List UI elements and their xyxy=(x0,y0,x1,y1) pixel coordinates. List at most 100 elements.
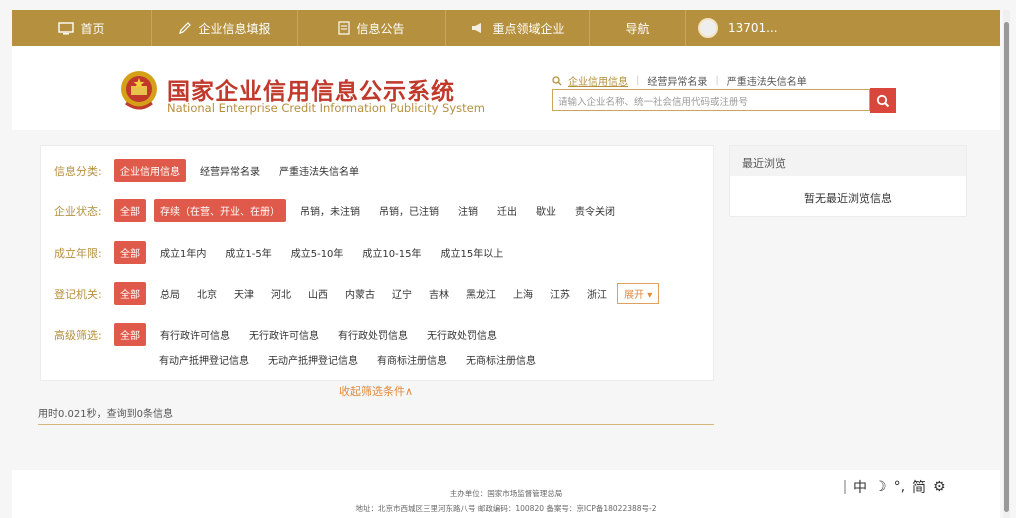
nav-home[interactable]: 首页 xyxy=(12,10,152,46)
filter-option[interactable]: 严重违法失信名单 xyxy=(279,163,359,178)
filter-panel: 信息分类: 企业信用信息 经营异常名录 严重违法失信名单 企业状态: 全部 存续… xyxy=(40,145,714,381)
filter-option[interactable]: 全部 xyxy=(114,199,146,222)
search-icon xyxy=(876,94,890,107)
ime-script-toggle[interactable]: 简 xyxy=(912,477,926,497)
filter-option[interactable]: 吊销，未注销 xyxy=(300,203,360,218)
chevron-down-icon: ▾ xyxy=(647,290,653,301)
nav-guide-label: 导航 xyxy=(625,21,650,36)
scrollbar-thumb[interactable] xyxy=(1004,22,1009,512)
expand-button[interactable]: 展开 ▾ xyxy=(617,283,660,304)
filter-option[interactable]: 有商标注册信息 xyxy=(377,352,447,367)
filter-option[interactable]: 迁出 xyxy=(497,203,517,218)
document-icon xyxy=(338,21,351,35)
filter-option[interactable]: 存续（在营、开业、在册） xyxy=(154,199,286,222)
filter-option[interactable]: 全部 xyxy=(114,323,146,346)
search-input[interactable]: 请输入企业名称、统一社会信用代码或注册号 xyxy=(552,89,870,111)
filter-option[interactable]: 歇业 xyxy=(536,203,556,218)
filter-row-years: 成立年限: 全部 成立1年内 成立1-5年 成立5-10年 成立10-15年 成… xyxy=(54,241,522,264)
search-icon xyxy=(552,75,562,85)
nav-announcement[interactable]: 信息公告 xyxy=(298,10,446,46)
filter-option[interactable]: 吊销，已注销 xyxy=(379,203,439,218)
filter-option[interactable]: 全部 xyxy=(114,282,146,305)
filter-label: 高级筛选: xyxy=(54,328,102,342)
nav-report[interactable]: 企业信息填报 xyxy=(152,10,298,46)
filter-option[interactable]: 北京 xyxy=(197,286,217,301)
national-emblem-logo[interactable] xyxy=(118,69,160,113)
filter-label: 成立年限: xyxy=(54,246,102,260)
filter-option[interactable]: 成立5-10年 xyxy=(291,245,344,260)
recent-title: 最近浏览 xyxy=(730,146,966,176)
user-name: 13701... xyxy=(728,21,778,35)
nav-home-label: 首页 xyxy=(80,21,105,36)
search-tabs: 企业信用信息 | 经营异常名录 | 严重违法失信名单 xyxy=(552,73,807,88)
filter-option[interactable]: 山西 xyxy=(308,286,328,301)
filter-option[interactable]: 注销 xyxy=(458,203,478,218)
filter-option[interactable]: 河北 xyxy=(271,286,291,301)
ime-punctuation-toggle[interactable]: °, xyxy=(894,479,905,495)
moon-icon[interactable]: ☽ xyxy=(874,479,887,495)
filter-row-advanced: 高级筛选: 全部 有行政许可信息 无行政许可信息 有行政处罚信息 无行政处罚信息 xyxy=(54,323,516,346)
filter-option[interactable]: 有行政许可信息 xyxy=(160,327,230,342)
filter-option[interactable]: 有行政处罚信息 xyxy=(338,327,408,342)
filter-option[interactable]: 成立15年以上 xyxy=(440,245,503,260)
avatar xyxy=(698,18,718,38)
filter-row-advanced-2: 有动产抵押登记信息 无动产抵押登记信息 有商标注册信息 无商标注册信息 xyxy=(159,352,555,367)
filter-option[interactable]: 经营异常名录 xyxy=(200,163,260,178)
pencil-icon xyxy=(179,22,192,34)
filter-row-status: 企业状态: 全部 存续（在营、开业、在册） 吊销，未注销 吊销，已注销 注销 迁… xyxy=(54,199,634,222)
filter-option[interactable]: 总局 xyxy=(160,286,180,301)
ime-language-toggle[interactable]: 中 xyxy=(853,477,867,497)
filter-option[interactable]: 无动产抵押登记信息 xyxy=(268,352,358,367)
ime-toolbar: 中 ☽ °, 简 ⚙ xyxy=(840,476,966,498)
filter-option[interactable]: 成立1-5年 xyxy=(225,245,271,260)
filter-option[interactable]: 上海 xyxy=(513,286,533,301)
megaphone-icon xyxy=(472,23,482,33)
top-nav: 首页 企业信息填报 信息公告 重点领域企业 导航 13701... xyxy=(12,10,1000,46)
divider xyxy=(38,424,714,425)
filter-row-category: 信息分类: 企业信用信息 经营异常名录 严重违法失信名单 xyxy=(54,159,378,182)
filter-option[interactable]: 江苏 xyxy=(550,286,570,301)
tab-separator: | xyxy=(636,75,640,86)
filter-option[interactable]: 企业信用信息 xyxy=(114,159,186,182)
filter-option[interactable]: 天津 xyxy=(234,286,254,301)
filter-option[interactable]: 成立10-15年 xyxy=(362,245,421,260)
nav-report-label: 企业信息填报 xyxy=(198,21,271,36)
filter-option[interactable]: 无行政许可信息 xyxy=(249,327,319,342)
search-tab-credit[interactable]: 企业信用信息 xyxy=(568,73,628,88)
filter-option[interactable]: 辽宁 xyxy=(392,286,412,301)
filter-option[interactable]: 浙江 xyxy=(587,286,607,301)
site-subtitle: National Enterprise Credit Information P… xyxy=(167,101,485,115)
recent-empty-text: 暂无最近浏览信息 xyxy=(804,192,892,205)
gear-icon[interactable]: ⚙ xyxy=(933,479,946,495)
search-tab-blacklist[interactable]: 严重违法失信名单 xyxy=(727,73,807,88)
result-summary: 用时0.021秒，查询到0条信息 xyxy=(38,409,173,420)
nav-guide[interactable]: 导航 xyxy=(590,10,686,46)
site-header: 国家企业信用信息公示系统 National Enterprise Credit … xyxy=(12,46,1000,130)
monitor-icon xyxy=(58,21,75,34)
filter-option[interactable]: 无商标注册信息 xyxy=(466,352,536,367)
tab-separator: | xyxy=(715,75,719,86)
filter-option[interactable]: 责令关闭 xyxy=(575,203,615,218)
filter-row-authority: 登记机关: 全部 总局 北京 天津 河北 山西 内蒙古 辽宁 吉林 黑龙江 上海… xyxy=(54,282,660,305)
search-tab-abnormal[interactable]: 经营异常名录 xyxy=(647,73,707,88)
filter-option[interactable]: 全部 xyxy=(114,241,146,264)
ime-handle[interactable] xyxy=(844,480,846,494)
filter-label: 企业状态: xyxy=(54,204,102,218)
filter-option[interactable]: 黑龙江 xyxy=(466,286,496,301)
expand-label: 展开 xyxy=(624,290,644,301)
collapse-filters-link[interactable]: 收起筛选条件∧ xyxy=(339,383,413,399)
nav-announcement-label: 信息公告 xyxy=(356,21,405,36)
filter-option[interactable]: 无行政处罚信息 xyxy=(427,327,497,342)
filter-label: 信息分类: xyxy=(54,164,102,178)
filter-option[interactable]: 吉林 xyxy=(429,286,449,301)
nav-key-enterprises-label: 重点领域企业 xyxy=(492,21,565,36)
footer-address: 地址：北京市西城区三里河东路八号 邮政编码：100820 备案号：京ICP备18… xyxy=(355,504,657,513)
recent-panel: 最近浏览 暂无最近浏览信息 xyxy=(729,145,967,217)
filter-label: 登记机关: xyxy=(54,287,102,301)
filter-option[interactable]: 有动产抵押登记信息 xyxy=(159,352,249,367)
search-button[interactable] xyxy=(870,88,896,113)
filter-option[interactable]: 成立1年内 xyxy=(160,245,206,260)
user-menu[interactable]: 13701... xyxy=(686,10,1000,46)
nav-key-enterprises[interactable]: 重点领域企业 xyxy=(446,10,590,46)
filter-option[interactable]: 内蒙古 xyxy=(345,286,375,301)
